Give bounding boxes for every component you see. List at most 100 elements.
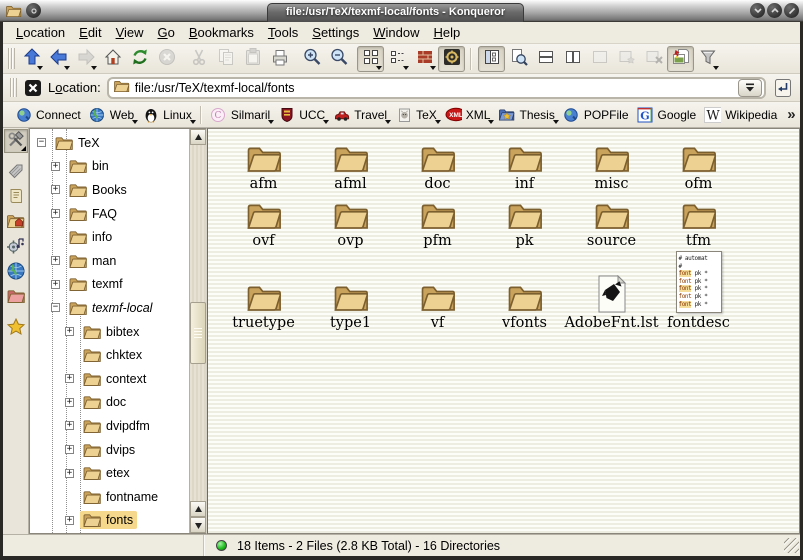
file-ovp[interactable]: ovp (307, 194, 394, 251)
image-preview-button[interactable] (667, 46, 694, 72)
toolbar-grip[interactable] (8, 48, 15, 68)
close-tab-button[interactable] (640, 46, 667, 72)
file-inf[interactable]: inf (481, 137, 568, 194)
tree-expander[interactable]: + (65, 516, 74, 525)
icon-view[interactable]: afm afml doc inf misc ofm ovf ovp pfm pk… (207, 128, 800, 534)
file-vf[interactable]: vf (394, 276, 481, 333)
file-ovf[interactable]: ovf (220, 194, 307, 251)
sidebar-button-network[interactable] (4, 260, 28, 284)
maximize-button[interactable] (767, 3, 782, 18)
file-adobefnt-lst[interactable]: AdobeFnt.lst (568, 275, 655, 333)
home-button[interactable] (99, 46, 126, 72)
bookmark-silmaril[interactable]: C Silmaril (206, 104, 274, 125)
menu-edit[interactable]: Edit (72, 23, 108, 42)
split-vertical-button[interactable] (559, 46, 586, 72)
bookmark-web[interactable]: Web (85, 104, 138, 125)
menu-go[interactable]: Go (151, 23, 182, 42)
print-button[interactable] (266, 46, 293, 72)
tree-item-context[interactable]: + context (30, 367, 189, 391)
file-pk[interactable]: pk (481, 194, 568, 251)
dropdown-caret-icon[interactable] (376, 66, 382, 70)
tree-expander[interactable]: + (65, 469, 74, 478)
zoom-in-button[interactable] (298, 46, 325, 72)
menu-tools[interactable]: Tools (261, 23, 305, 42)
file-type1[interactable]: type1 (307, 276, 394, 333)
file-afm[interactable]: afm (220, 137, 307, 194)
location-dropdown-button[interactable] (738, 79, 762, 97)
gear-button[interactable] (438, 46, 465, 72)
tree-expander[interactable]: + (51, 256, 60, 265)
sidebar-button-tag[interactable] (4, 160, 28, 184)
icon-view-button[interactable] (357, 46, 384, 72)
new-tab-button[interactable] (613, 46, 640, 72)
bookmarks-overflow-button[interactable]: » (781, 106, 801, 123)
scroll-up-button[interactable] (190, 501, 206, 517)
file-source[interactable]: source (568, 194, 655, 251)
stop-button[interactable] (153, 46, 180, 72)
bookmark-xml[interactable]: XML XML (441, 104, 495, 125)
dropdown-caret-icon[interactable] (430, 66, 436, 70)
bookmark-wikipedia[interactable]: W Wikipedia (700, 104, 781, 125)
file-pfm[interactable]: pfm (394, 194, 481, 251)
sidebar-button-root-folder[interactable] (4, 285, 28, 309)
show-sidebar-button[interactable] (478, 46, 505, 72)
bookmark-linux[interactable]: Linux (138, 104, 196, 125)
file-truetype[interactable]: truetype (220, 276, 307, 333)
sidebar-button-services[interactable] (4, 235, 28, 259)
go-button[interactable] (770, 76, 796, 100)
filter-button[interactable] (694, 46, 721, 72)
file-vfonts[interactable]: vfonts (481, 276, 568, 333)
menu-help[interactable]: Help (427, 23, 468, 42)
zoom-out-button[interactable] (325, 46, 352, 72)
location-value[interactable]: file:/usr/TeX/texmf-local/fonts (135, 81, 738, 95)
scrollbar-thumb[interactable] (190, 302, 206, 364)
menu-settings[interactable]: Settings (305, 23, 366, 42)
split-horizontal-button[interactable] (532, 46, 559, 72)
file-tfm[interactable]: tfm (655, 194, 742, 251)
bookmark-connect[interactable]: Connect (11, 104, 85, 125)
bookmark-thesis[interactable]: Thesis (494, 104, 558, 125)
tree-item-books[interactable]: + Books (30, 178, 189, 202)
tree-item-etex[interactable]: + etex (30, 461, 189, 485)
tree-item-fonts[interactable]: + fonts (30, 509, 189, 533)
scrollbar-track[interactable] (190, 145, 206, 501)
back-button[interactable] (45, 46, 72, 72)
tree-expander[interactable]: + (65, 374, 74, 383)
menu-view[interactable]: View (109, 23, 151, 42)
tree-expander[interactable]: + (65, 445, 74, 454)
scroll-up-button[interactable] (190, 129, 206, 145)
sticky-button[interactable] (26, 3, 41, 18)
sidebar-button-bookmarks-star[interactable] (4, 316, 28, 340)
find-file-button[interactable] (505, 46, 532, 72)
tree-item-chktex[interactable]: chktex (30, 343, 189, 367)
tree-expander[interactable]: − (37, 138, 46, 147)
dropdown-caret-icon[interactable] (190, 120, 196, 124)
dropdown-caret-icon[interactable] (403, 66, 409, 70)
menu-location[interactable]: Location (9, 23, 72, 42)
dropdown-caret-icon[interactable] (37, 66, 43, 70)
dropdown-caret-icon[interactable] (713, 66, 719, 70)
bookmark-ucc[interactable]: UCC (274, 104, 329, 125)
tree-item-doc[interactable]: + doc (30, 391, 189, 415)
tree-item-bin[interactable]: + bin (30, 155, 189, 179)
bricks-button[interactable] (411, 46, 438, 72)
tree-item-bibtex[interactable]: + bibtex (30, 320, 189, 344)
dropdown-caret-icon[interactable] (64, 66, 70, 70)
bookmark-google[interactable]: G Google (633, 104, 701, 125)
close-button[interactable] (784, 3, 799, 18)
tree-expander[interactable]: − (51, 303, 60, 312)
tree-scrollbar[interactable] (189, 129, 206, 533)
tree-item-tex[interactable]: − TeX (30, 131, 189, 155)
location-toolbar-grip[interactable] (10, 78, 17, 97)
tree-expander[interactable]: + (65, 398, 74, 407)
shade-button[interactable] (750, 3, 765, 18)
scroll-down-button[interactable] (190, 517, 206, 533)
sidebar-button-history[interactable] (4, 185, 28, 209)
cut-button[interactable] (185, 46, 212, 72)
tree-expander[interactable]: + (65, 327, 74, 336)
tree-item-info[interactable]: info (30, 225, 189, 249)
location-input[interactable]: file:/usr/TeX/texmf-local/fonts (107, 77, 766, 99)
tree-item-dvips[interactable]: + dvips (30, 438, 189, 462)
file-doc[interactable]: doc (394, 137, 481, 194)
dropdown-caret-icon[interactable] (91, 66, 97, 70)
